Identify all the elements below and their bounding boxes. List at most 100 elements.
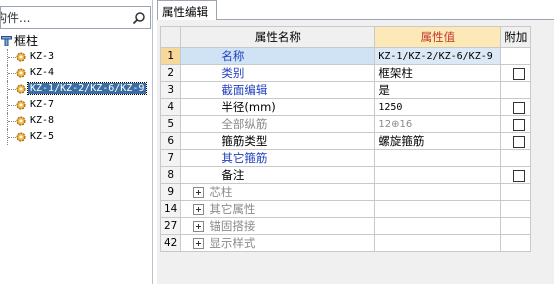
tree-node-label: KZ-4 xyxy=(30,67,55,78)
property-group: 芯柱 xyxy=(180,183,376,201)
extra-cell xyxy=(500,64,532,82)
row-index: 14 xyxy=(159,200,182,218)
expand-plus-icon[interactable] xyxy=(193,204,205,215)
grid-header-index xyxy=(159,26,182,48)
component-gear-icon xyxy=(16,84,26,94)
component-gear-icon xyxy=(16,100,26,110)
table-row[interactable]: 4 半径(mm) 1250 xyxy=(159,98,532,116)
grid-header-value[interactable]: 属性值 xyxy=(374,26,502,48)
property-group-label: 显示样式 xyxy=(209,236,256,250)
property-name: 半径(mm) xyxy=(180,98,376,116)
search-input[interactable] xyxy=(1,7,125,28)
expand-plus-icon[interactable] xyxy=(193,238,205,249)
row-index: 42 xyxy=(159,234,182,252)
row-index: 6 xyxy=(159,132,182,150)
expand-plus-icon[interactable] xyxy=(193,187,205,198)
property-value[interactable] xyxy=(374,149,502,167)
grid-header-extra[interactable]: 附加 xyxy=(500,26,532,48)
tree-node-label: KZ-5 xyxy=(30,131,55,142)
tree-node-label: KZ-3 xyxy=(30,51,55,62)
property-name: 类别 xyxy=(180,64,376,82)
extra-cell xyxy=(500,200,532,218)
tree-node-kz5[interactable]: KZ-5 xyxy=(0,129,152,145)
table-row[interactable]: 1 名称 KZ-1/KZ-2/KZ-6/KZ-9 xyxy=(159,47,532,65)
property-grid: 属性名称 属性值 附加 1 名称 KZ-1/KZ-2/KZ-6/KZ-9 2 类… xyxy=(159,26,532,252)
table-row[interactable]: 6 箍筋类型 螺旋箍筋 xyxy=(159,132,532,150)
property-value[interactable]: 12⊕16 xyxy=(374,115,502,133)
component-gear-icon xyxy=(16,68,26,78)
table-row[interactable]: 2 类别 框架柱 xyxy=(159,64,532,82)
property-value[interactable]: KZ-1/KZ-2/KZ-6/KZ-9 xyxy=(374,47,502,65)
table-row[interactable]: 14 其它属性 xyxy=(159,200,532,218)
extra-cell xyxy=(500,98,532,116)
extra-checkbox[interactable] xyxy=(513,169,526,182)
table-row[interactable]: 9 芯柱 xyxy=(159,183,532,201)
table-row[interactable]: 7 其它箍筋 xyxy=(159,149,532,167)
property-name: 备注 xyxy=(180,166,376,184)
component-gear-icon xyxy=(16,132,26,142)
property-group: 锚固搭接 xyxy=(180,217,376,235)
tree-connector xyxy=(7,65,16,81)
tree-connector xyxy=(7,113,16,129)
extra-cell xyxy=(500,234,532,252)
property-value xyxy=(374,183,502,201)
extra-checkbox[interactable] xyxy=(513,135,526,148)
property-group-label: 其它属性 xyxy=(209,202,256,216)
tree-connector xyxy=(7,49,16,65)
row-index: 2 xyxy=(159,64,182,82)
column-tree-icon xyxy=(1,36,12,46)
tree-root-frame-column[interactable]: 框柱 xyxy=(0,33,152,49)
property-value[interactable]: 是 xyxy=(374,81,502,99)
extra-checkbox[interactable] xyxy=(513,67,526,80)
row-index: 7 xyxy=(159,149,182,167)
tree-node-kz8[interactable]: KZ-8 xyxy=(0,113,152,129)
tree-connector xyxy=(7,97,16,113)
row-index: 8 xyxy=(159,166,182,184)
tab-attribute-edit[interactable]: 属性编辑 xyxy=(157,0,217,20)
tree-node-kz7[interactable]: KZ-7 xyxy=(0,97,152,113)
extra-cell xyxy=(500,166,532,184)
extra-checkbox[interactable] xyxy=(513,118,526,131)
component-gear-icon xyxy=(16,116,26,126)
row-index: 4 xyxy=(159,98,182,116)
extra-cell xyxy=(500,115,532,133)
property-value xyxy=(374,234,502,252)
table-row[interactable]: 8 备注 xyxy=(159,166,532,184)
table-row[interactable]: 5 全部纵筋 12⊕16 xyxy=(159,115,532,133)
property-value[interactable]: 框架柱 xyxy=(374,64,502,82)
property-value[interactable]: 螺旋箍筋 xyxy=(374,132,502,150)
row-index: 5 xyxy=(159,115,182,133)
row-index: 27 xyxy=(159,217,182,235)
extra-cell xyxy=(500,183,532,201)
tree-root-label: 框柱 xyxy=(14,34,39,48)
extra-checkbox[interactable] xyxy=(513,101,526,114)
property-name: 名称 xyxy=(180,47,376,65)
property-group: 其它属性 xyxy=(180,200,376,218)
property-value[interactable] xyxy=(374,166,502,184)
component-tree: 框柱 KZ-3 KZ-4 KZ-1/KZ-2/KZ-6/KZ-9 KZ-7 KZ… xyxy=(0,33,152,145)
tree-connector xyxy=(7,81,16,97)
tree-node-kz3[interactable]: KZ-3 xyxy=(0,49,152,65)
tree-node-kz1-kz2-kz6-kz9[interactable]: KZ-1/KZ-2/KZ-6/KZ-9 xyxy=(0,81,152,97)
tab-bar: 属性编辑 xyxy=(157,0,554,20)
table-row[interactable]: 27 锚固搭接 xyxy=(159,217,532,235)
grid-header-name[interactable]: 属性名称 xyxy=(180,26,376,48)
search-button[interactable] xyxy=(130,9,148,26)
row-index: 1 xyxy=(159,47,182,65)
property-group-label: 芯柱 xyxy=(209,185,233,199)
tree-node-label: KZ-1/KZ-2/KZ-6/KZ-9 xyxy=(26,82,148,95)
table-row[interactable]: 42 显示样式 xyxy=(159,234,532,252)
tree-node-label: KZ-7 xyxy=(30,99,55,110)
tree-node-kz4[interactable]: KZ-4 xyxy=(0,65,152,81)
property-value[interactable]: 1250 xyxy=(374,98,502,116)
property-name: 截面编辑 xyxy=(180,81,376,99)
component-tree-panel: 框柱 KZ-3 KZ-4 KZ-1/KZ-2/KZ-6/KZ-9 xyxy=(0,0,153,284)
property-editor-panel: 属性编辑 属性名称 属性值 附加 1 名称 KZ-1/KZ-2/KZ-6/KZ-… xyxy=(157,0,554,284)
grid-header-row: 属性名称 属性值 附加 xyxy=(159,26,532,48)
expand-plus-icon[interactable] xyxy=(193,221,205,232)
extra-cell xyxy=(500,149,532,167)
search-box xyxy=(0,6,151,29)
extra-cell xyxy=(500,132,532,150)
search-icon xyxy=(132,11,145,24)
table-row[interactable]: 3 截面编辑 是 xyxy=(159,81,532,99)
